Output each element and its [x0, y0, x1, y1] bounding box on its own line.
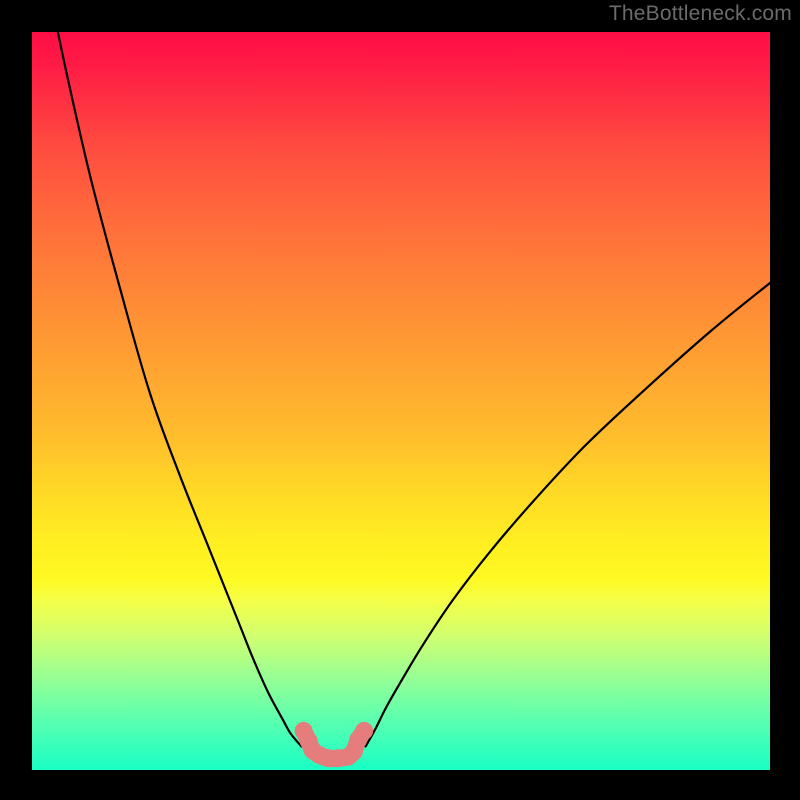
chart-plot-area: [32, 32, 770, 770]
data-marker: [339, 748, 357, 766]
bottleneck-curve: [366, 283, 770, 746]
bottleneck-curve: [58, 32, 302, 746]
watermark-text: TheBottleneck.com: [609, 2, 792, 26]
chart-svg: [32, 32, 770, 770]
